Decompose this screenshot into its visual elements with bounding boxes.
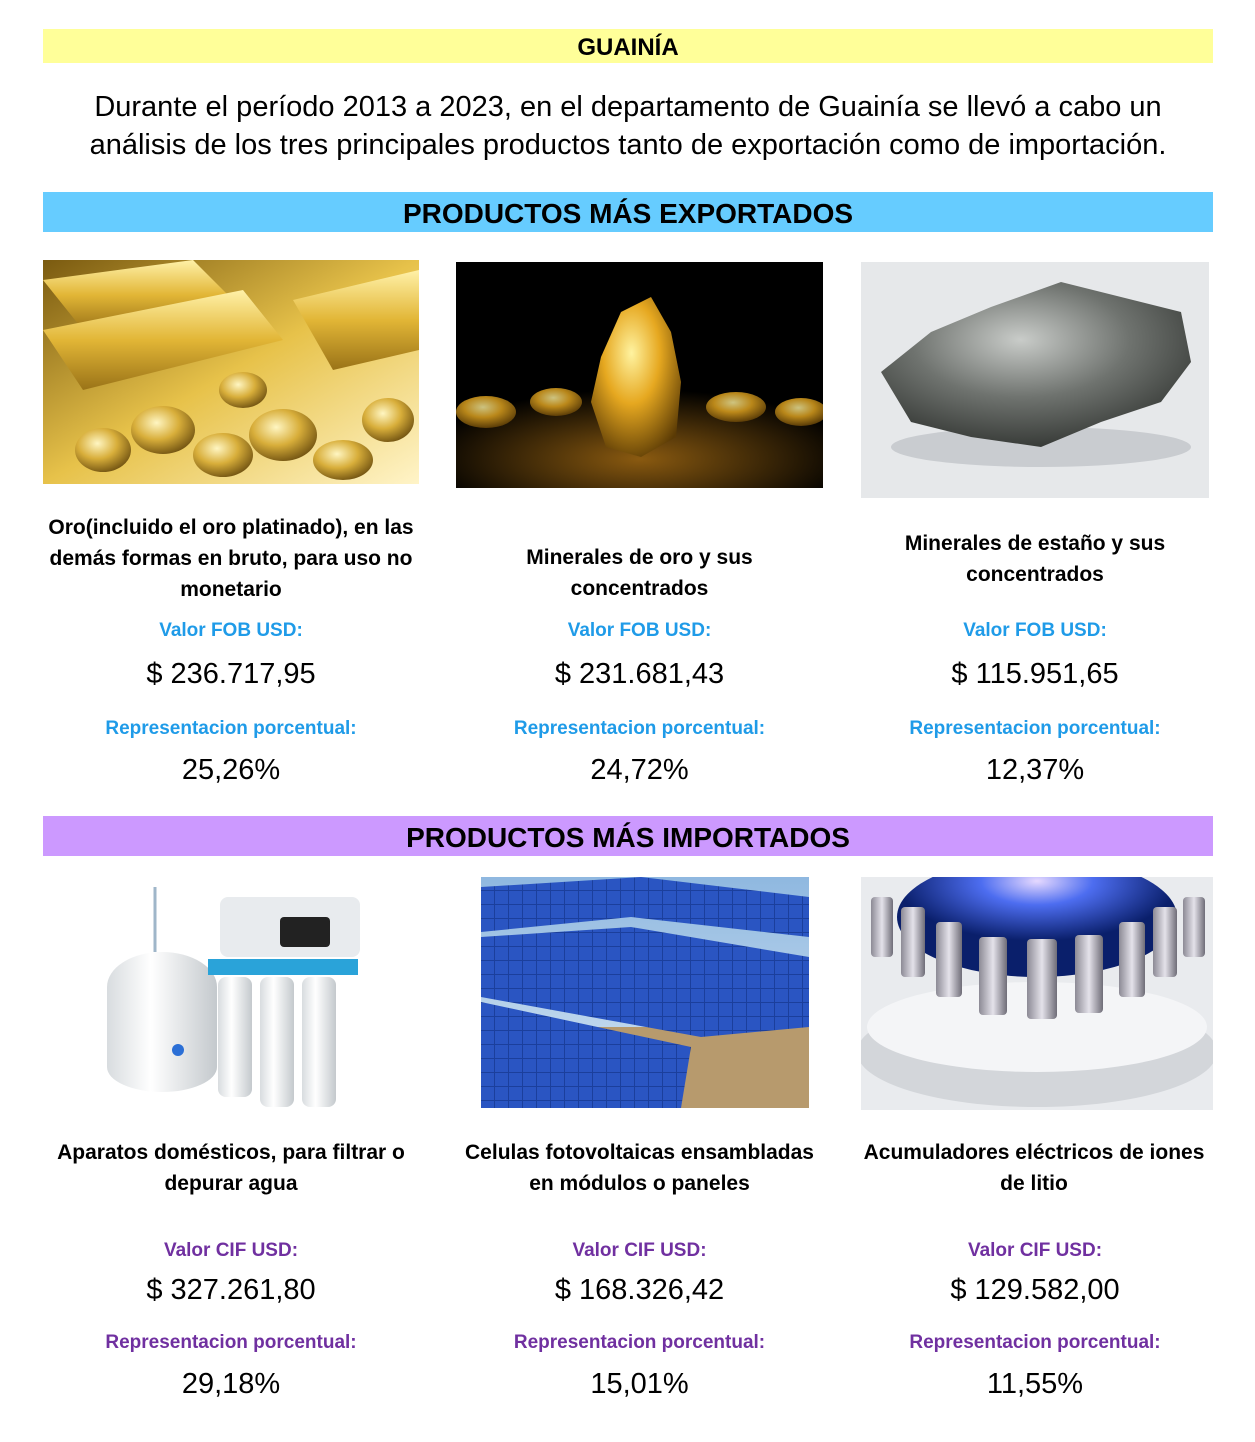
import-value-3: $ 129.582,00 <box>950 1274 1120 1306</box>
import-value-1: $ 327.261,80 <box>146 1274 316 1306</box>
solar-panels-image <box>481 877 809 1108</box>
export-share-2: 24,72% <box>590 754 689 786</box>
tin-ore-image <box>861 262 1209 498</box>
export-value-label-2: Valor FOB USD: <box>567 620 712 641</box>
export-product-name-2: Minerales de oro y sus concentrados <box>526 546 753 600</box>
exports-section-title: PRODUCTOS MÁS EXPORTADOS <box>43 192 1213 232</box>
imports-section-title: PRODUCTOS MÁS IMPORTADOS <box>43 816 1213 856</box>
import-share-1: 29,18% <box>181 1368 281 1400</box>
export-value-label-1: Valor FOB USD: <box>159 620 303 641</box>
intro-paragraph: Durante el período 2013 a 2023, en el de… <box>89 91 1167 161</box>
import-share-2: 15,01% <box>590 1368 689 1400</box>
gold-nugget-image <box>456 262 823 488</box>
export-value-label-3: Valor FOB USD: <box>963 620 1107 641</box>
page-title: GUAINÍA <box>43 29 1213 63</box>
import-product-name-2: Celulas fotovoltaicas ensambladas en mód… <box>465 1141 814 1195</box>
import-share-label-2: Representacion porcentual: <box>513 1332 766 1353</box>
export-value-3: $ 115.951,65 <box>951 658 1119 690</box>
export-share-label-3: Representacion porcentual: <box>909 718 1161 739</box>
import-value-2: $ 168.326,42 <box>554 1274 725 1306</box>
import-value-label-1: Valor CIF USD: <box>163 1240 299 1261</box>
import-share-label-3: Representacion porcentual: <box>909 1332 1161 1353</box>
export-product-name-3: Minerales de estaño y sus concentrados <box>904 532 1166 586</box>
water-filter-image <box>100 877 370 1122</box>
gold-bars-image <box>43 260 419 484</box>
export-share-3: 12,37% <box>985 754 1085 786</box>
import-share-3: 11,55% <box>986 1368 1084 1400</box>
export-share-label-1: Representacion porcentual: <box>105 718 357 739</box>
export-share-label-2: Representacion porcentual: <box>513 718 766 739</box>
import-share-label-1: Representacion porcentual: <box>105 1332 357 1353</box>
lithium-cells-image <box>861 877 1213 1110</box>
export-product-name-1: Oro(incluido el oro platinado), en las d… <box>48 516 414 601</box>
export-value-2: $ 231.681,43 <box>554 658 725 690</box>
import-product-name-3: Acumuladores eléctricos de iones de liti… <box>863 1141 1205 1195</box>
import-value-label-2: Valor CIF USD: <box>572 1240 707 1261</box>
import-value-label-3: Valor CIF USD: <box>967 1240 1103 1261</box>
import-product-name-1: Aparatos domésticos, para filtrar o depu… <box>57 1141 405 1195</box>
export-value-1: $ 236.717,95 <box>146 658 316 690</box>
export-share-1: 25,26% <box>181 754 281 786</box>
